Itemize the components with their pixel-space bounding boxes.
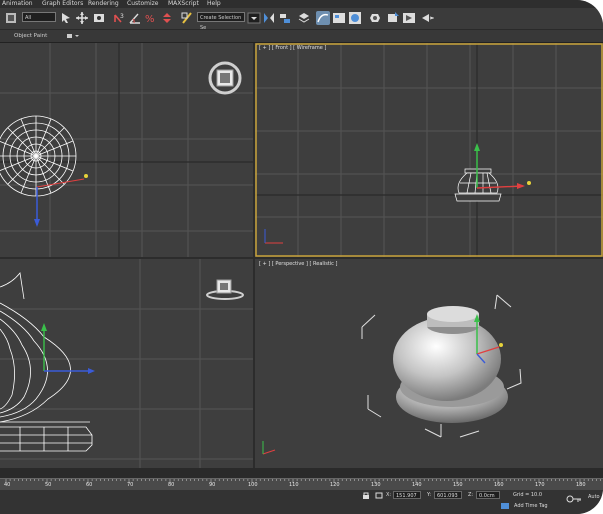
menu-help[interactable]: Help [207, 0, 221, 8]
x-coordinate-field[interactable]: 151.907 [393, 491, 421, 499]
ribbon-toggle-icon[interactable] [66, 33, 82, 39]
tick-label: 110 [289, 482, 299, 488]
viewcube-icon [208, 61, 242, 95]
tick-label: 80 [168, 482, 175, 488]
tick-label: 130 [371, 482, 381, 488]
svg-text:3: 3 [120, 13, 124, 20]
set-key-icon[interactable] [566, 494, 582, 504]
viewport-front[interactable]: [ + ] [ Front ] [ Wireframe ] [255, 43, 603, 257]
tick-label: 180 [576, 482, 586, 488]
time-tag-icon[interactable] [500, 502, 510, 510]
vase-perspective [393, 306, 508, 423]
tick-label: 70 [127, 482, 134, 488]
menu-animation[interactable]: Animation [2, 0, 33, 8]
vase-wireframe-top [0, 115, 77, 197]
mirror-icon[interactable] [262, 11, 276, 25]
x-label: X: [386, 492, 392, 498]
transform-gizmo-top [34, 174, 88, 227]
tick-label: 40 [4, 482, 11, 488]
viewport-top[interactable] [0, 43, 253, 257]
menu-maxscript[interactable]: MAXScript [168, 0, 199, 8]
rendered-frame-window-icon[interactable] [386, 11, 400, 25]
curve-editor-icon[interactable] [316, 11, 330, 25]
viewport-perspective[interactable]: [ + ] [ Perspective ] [ Realistic ] [255, 259, 603, 468]
spinner-snap-icon[interactable] [160, 11, 174, 25]
axis-tripod-icon [264, 229, 283, 244]
menu-rendering[interactable]: Rendering [88, 0, 119, 8]
z-coordinate-field[interactable]: 0.0cm [476, 491, 500, 499]
render-production-icon[interactable] [402, 11, 416, 25]
tick-label: 170 [535, 482, 545, 488]
layer-manager-icon[interactable] [297, 11, 311, 25]
vase-wireframe-left [0, 272, 93, 452]
tick-label: 60 [86, 482, 93, 488]
svg-text:%: % [145, 14, 155, 25]
select-and-move-icon[interactable] [75, 11, 89, 25]
edit-named-selection-icon[interactable] [180, 11, 194, 25]
object-paint-tab[interactable]: Object Paint [14, 30, 47, 42]
named-selection-dropdown[interactable]: Create Selection Se [197, 12, 245, 31]
tick-label: 160 [494, 482, 504, 488]
auto-key-button[interactable]: Auto [588, 494, 600, 500]
angle-snap-icon[interactable] [128, 11, 142, 25]
tick-label: 50 [45, 482, 52, 488]
viewport-divider-vertical[interactable] [253, 43, 255, 468]
selection-filter-dropdown[interactable]: All [22, 12, 56, 22]
snap-toggle-icon[interactable]: 3 [112, 11, 126, 25]
axis-tripod-perspective-icon [262, 441, 276, 455]
schematic-view-icon[interactable] [332, 11, 346, 25]
render-setup-icon[interactable] [368, 11, 382, 25]
menu-graph-editors[interactable]: Graph Editors [42, 0, 83, 8]
z-label: Z: [468, 492, 474, 498]
align-icon[interactable] [278, 11, 292, 25]
select-object-icon[interactable] [59, 11, 73, 25]
viewport-perspective-label[interactable]: [ + ] [ Perspective ] [ Realistic ] [259, 261, 337, 267]
viewport-left[interactable] [0, 259, 253, 468]
time-slider-track[interactable] [0, 468, 603, 478]
menu-bar: Animation Graph Editors Rendering Custom… [0, 0, 603, 8]
tick-label: 150 [453, 482, 463, 488]
tick-label: 100 [248, 482, 258, 488]
render-iterative-icon[interactable] [420, 11, 434, 25]
tick-label: 90 [209, 482, 216, 488]
viewport-divider-horizontal[interactable] [0, 257, 603, 259]
lock-icon[interactable] [362, 492, 370, 499]
select-region-icon[interactable] [4, 11, 18, 25]
tick-label: 120 [330, 482, 340, 488]
select-manipulate-icon[interactable] [92, 11, 106, 25]
percent-snap-icon[interactable]: % [144, 11, 158, 25]
menu-customize[interactable]: Customize [127, 0, 159, 8]
viewport-front-label[interactable]: [ + ] [ Front ] [ Wireframe ] [259, 45, 326, 51]
ribbon-strip: Object Paint [0, 30, 603, 43]
tick-label: 140 [412, 482, 422, 488]
grid-size: Grid = 10.0 [513, 492, 542, 498]
absolute-mode-icon[interactable] [375, 492, 383, 499]
3dsmax-window: Animation Graph Editors Rendering Custom… [0, 0, 603, 514]
transform-gizmo-left [41, 323, 95, 374]
viewcube-left-icon [206, 279, 244, 300]
dropdown-arrow-icon[interactable] [247, 11, 261, 25]
material-editor-icon[interactable] [348, 11, 362, 25]
main-toolbar: All 3 % Create Selection Se [0, 8, 603, 31]
y-coordinate-field[interactable]: 601.093 [434, 491, 462, 499]
y-label: Y: [427, 492, 432, 498]
add-time-tag[interactable]: Add Time Tag [514, 503, 548, 509]
